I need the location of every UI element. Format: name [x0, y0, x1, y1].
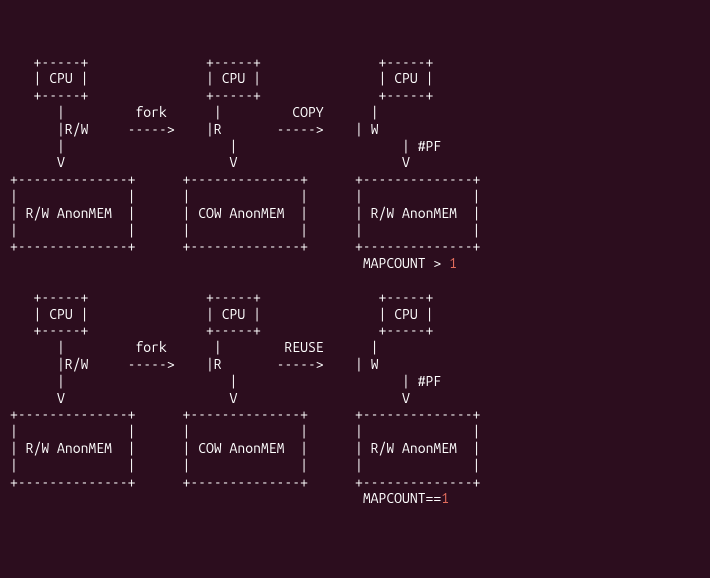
cpu-box-1b: CPU — [49, 306, 73, 322]
mode-rw-b: R/W — [65, 356, 89, 372]
op-copy: COPY — [292, 104, 323, 120]
op-reuse: REUSE — [284, 339, 323, 355]
mapcount-value-top: 1 — [449, 255, 457, 271]
cpu-box-3: CPU — [394, 70, 418, 86]
mode-w: W — [371, 121, 379, 137]
mode-r-b: R — [214, 356, 222, 372]
cpu-box-1: CPU — [49, 70, 73, 86]
mode-pf-b: #PF — [418, 373, 442, 389]
op-fork-b: fork — [135, 339, 166, 355]
mem-1: R/W AnonMEM — [26, 205, 112, 221]
mode-r: R — [214, 121, 222, 137]
mem-2b: COW AnonMEM — [198, 440, 284, 456]
mem-1b: R/W AnonMEM — [26, 440, 112, 456]
mapcount-value-bottom: 1 — [441, 490, 449, 506]
mem-3: R/W AnonMEM — [371, 205, 457, 221]
cpu-box-2: CPU — [222, 70, 246, 86]
op-fork: fork — [135, 104, 166, 120]
mem-2: COW AnonMEM — [198, 205, 284, 221]
cpu-box-2b: CPU — [222, 306, 246, 322]
mode-w-b: W — [371, 356, 379, 372]
mode-rw: R/W — [65, 121, 89, 137]
mapcount-label-top: MAPCOUNT > — [363, 255, 441, 271]
mem-3b: R/W AnonMEM — [371, 440, 457, 456]
cpu-box-3b: CPU — [394, 306, 418, 322]
ascii-diagram: +-----+ +-----+ +-----+ | CPU | | CPU | … — [10, 54, 700, 508]
mapcount-label-bottom: MAPCOUNT== — [363, 490, 441, 506]
mode-pf: #PF — [418, 138, 442, 154]
